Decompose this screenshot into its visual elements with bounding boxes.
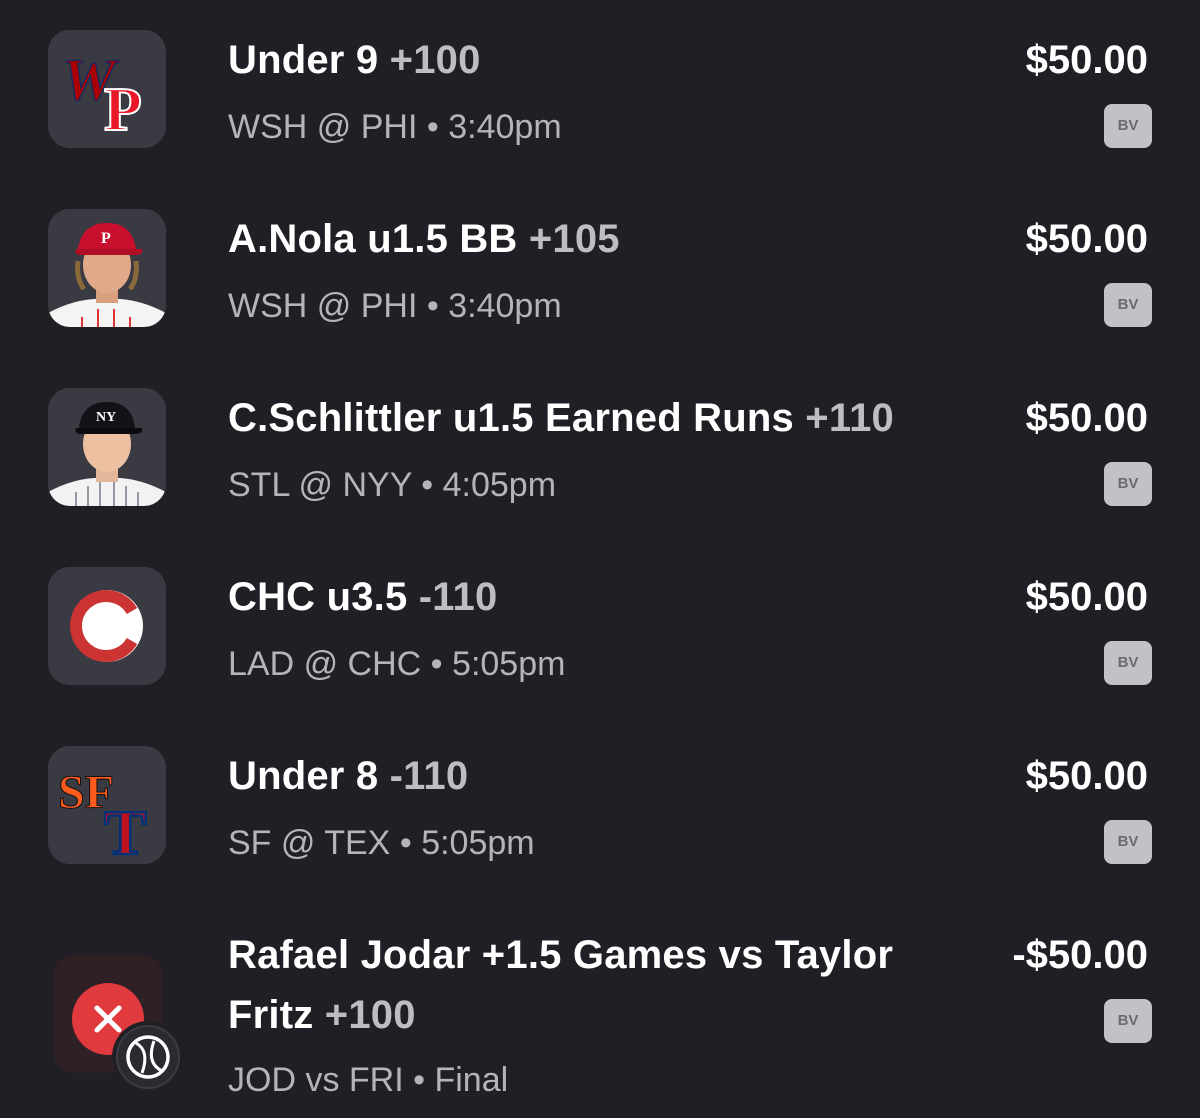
bet-row[interactable]: CHC u3.5 -110 LAD @ CHC • 5:05pm $50.00 … [0, 537, 1200, 697]
bet-row[interactable]: W P Under 9 +100 WSH @ PHI • 3:40pm $50.… [0, 0, 1200, 160]
player-headshot-icon: NY [48, 388, 166, 506]
bet-amount: $50.00 [1025, 217, 1148, 261]
bet-amount: $50.00 [1025, 575, 1148, 619]
bv-badge[interactable]: BV [1104, 462, 1152, 506]
svg-text:T: T [104, 797, 147, 864]
tennis-ball-icon [112, 1021, 184, 1093]
bet-title: A.Nola u1.5 BB +105 [228, 217, 620, 261]
bet-row[interactable]: P A.Nola u1.5 BB +105 WSH @ PHI • 3:40pm… [0, 179, 1200, 339]
svg-text:P: P [101, 230, 111, 247]
bet-odds: +100 [324, 993, 416, 1037]
cubs-logo-icon [48, 567, 166, 685]
wsh-phi-logo-icon: W P [48, 30, 166, 148]
bet-subtitle: WSH @ PHI • 3:40pm [228, 108, 562, 146]
bet-title: Under 8 -110 [228, 754, 469, 798]
bet-amount: $50.00 [1025, 754, 1148, 798]
svg-text:NY: NY [96, 410, 116, 425]
bet-list: W P Under 9 +100 WSH @ PHI • 3:40pm $50.… [0, 0, 1200, 1118]
bet-odds: +105 [528, 217, 620, 261]
bet-subtitle: WSH @ PHI • 3:40pm [228, 287, 562, 325]
bet-subtitle: STL @ NYY • 4:05pm [228, 466, 557, 504]
bet-title: C.Schlittler u1.5 Earned Runs +110 [228, 396, 894, 440]
bet-title: CHC u3.5 -110 [228, 575, 498, 619]
player-headshot-icon: P [48, 209, 166, 327]
bet-title: Rafael Jodar +1.5 Games vs Taylor [228, 933, 894, 977]
svg-text:P: P [104, 76, 142, 144]
bet-title: Under 9 +100 [228, 38, 481, 82]
bet-amount: $50.00 [1025, 38, 1148, 82]
bv-badge[interactable]: BV [1104, 820, 1152, 864]
bet-odds: -110 [389, 754, 469, 798]
bet-amount: -$50.00 [1012, 933, 1148, 977]
bet-row[interactable]: SF T Under 8 -110 SF @ TEX • 5:05pm $50.… [0, 716, 1200, 876]
bet-row[interactable]: NY C.Schlittler u1.5 Earned Runs +110 ST… [0, 358, 1200, 518]
bv-badge[interactable]: BV [1104, 641, 1152, 685]
bv-badge[interactable]: BV [1104, 999, 1152, 1043]
bet-amount: $50.00 [1025, 396, 1148, 440]
bet-odds: -110 [418, 575, 498, 619]
bet-row[interactable]: Rafael Jodar +1.5 Games vs Taylor Fritz … [0, 895, 1200, 1118]
bv-badge[interactable]: BV [1104, 283, 1152, 327]
bv-badge[interactable]: BV [1104, 104, 1152, 148]
lost-bet-tile [54, 955, 184, 1093]
bet-subtitle: JOD vs FRI • Final [228, 1061, 509, 1099]
bet-odds: +100 [389, 38, 481, 82]
bet-odds: +110 [805, 396, 894, 440]
bet-subtitle: SF @ TEX • 5:05pm [228, 824, 535, 862]
bet-subtitle: LAD @ CHC • 5:05pm [228, 645, 566, 683]
sf-tex-logo-icon: SF T [48, 746, 166, 864]
bet-title-continued: Fritz +100 [228, 993, 416, 1037]
